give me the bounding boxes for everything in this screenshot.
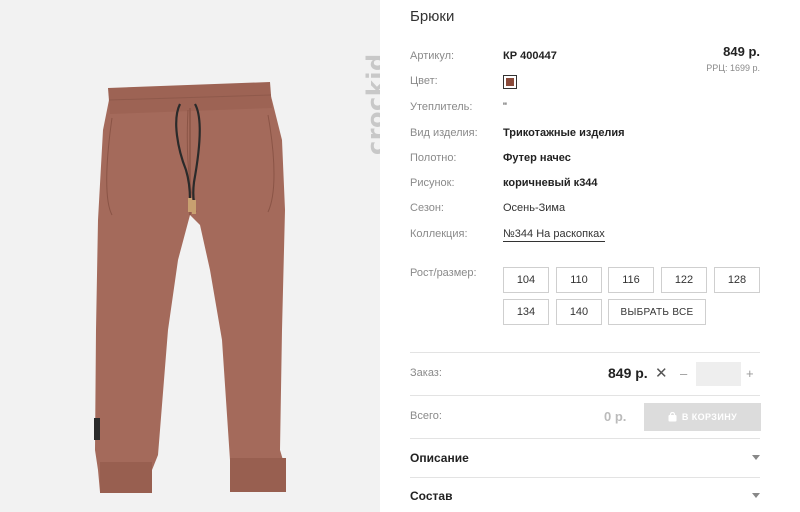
spec-label-color: Цвет:	[410, 75, 438, 87]
spec-value-pattern: коричневый к344	[503, 177, 598, 189]
spec-label-collection: Коллекция:	[410, 228, 468, 240]
total-value: 0 р.	[604, 409, 627, 424]
brand-logo: crockid	[328, 20, 380, 160]
size-button-140[interactable]: 140	[556, 299, 602, 325]
size-button-116[interactable]: 116	[608, 267, 654, 293]
quantity-input[interactable]	[696, 362, 741, 386]
spec-label-season: Сезон:	[410, 202, 444, 214]
spec-label-fabric: Полотно:	[410, 152, 457, 164]
spec-value-season: Осень-Зима	[503, 202, 566, 214]
size-button-122[interactable]: 122	[661, 267, 707, 293]
product-photo: crockid	[0, 0, 380, 512]
bag-icon	[668, 412, 677, 422]
sizes-label: Рост/размер:	[410, 267, 477, 279]
divider	[410, 477, 760, 478]
spec-label-pattern: Рисунок:	[410, 177, 455, 189]
size-button-110[interactable]: 110	[556, 267, 602, 293]
spec-label-insulation: Утеплитель:	[410, 101, 473, 113]
divider	[410, 352, 760, 353]
increment-button[interactable]: +	[746, 366, 754, 381]
order-price: 849 р.	[608, 365, 648, 381]
size-button-104[interactable]: 104	[503, 267, 549, 293]
spec-label-article: Артикул:	[410, 50, 455, 62]
brand-logo-text: crockid	[362, 53, 380, 155]
page-title: Брюки	[410, 8, 455, 25]
chevron-down-icon[interactable]	[752, 493, 760, 498]
spec-label-type: Вид изделия:	[410, 127, 478, 139]
pants-image	[94, 82, 286, 493]
spec-value-type: Трикотажные изделия	[503, 127, 625, 139]
size-button-128[interactable]: 128	[714, 267, 760, 293]
color-swatch[interactable]	[503, 75, 517, 89]
divider	[410, 438, 760, 439]
add-to-cart-label: В КОРЗИНУ	[681, 412, 738, 422]
times-icon: ✕	[655, 365, 668, 382]
divider	[410, 395, 760, 396]
chevron-down-icon[interactable]	[752, 455, 760, 460]
spec-value-fabric: Футер начес	[503, 152, 571, 164]
accordion-composition-title[interactable]: Состав	[410, 489, 452, 503]
size-button-134[interactable]: 134	[503, 299, 549, 325]
product-price: 849 р.	[723, 44, 760, 59]
total-label: Всего:	[410, 410, 442, 422]
select-all-sizes-button[interactable]: ВЫБРАТЬ ВСЕ	[608, 299, 706, 325]
collection-link[interactable]: №344 На раскопках	[503, 228, 605, 242]
rrc-price: РРЦ: 1699 р.	[706, 63, 760, 73]
spec-value-insulation: "	[503, 101, 507, 113]
spec-value-article: КР 400447	[503, 50, 557, 62]
accordion-description-title[interactable]: Описание	[410, 451, 469, 465]
add-to-cart-button[interactable]: В КОРЗИНУ	[644, 403, 761, 431]
decrement-button[interactable]: –	[680, 366, 687, 381]
order-label: Заказ:	[410, 367, 442, 379]
